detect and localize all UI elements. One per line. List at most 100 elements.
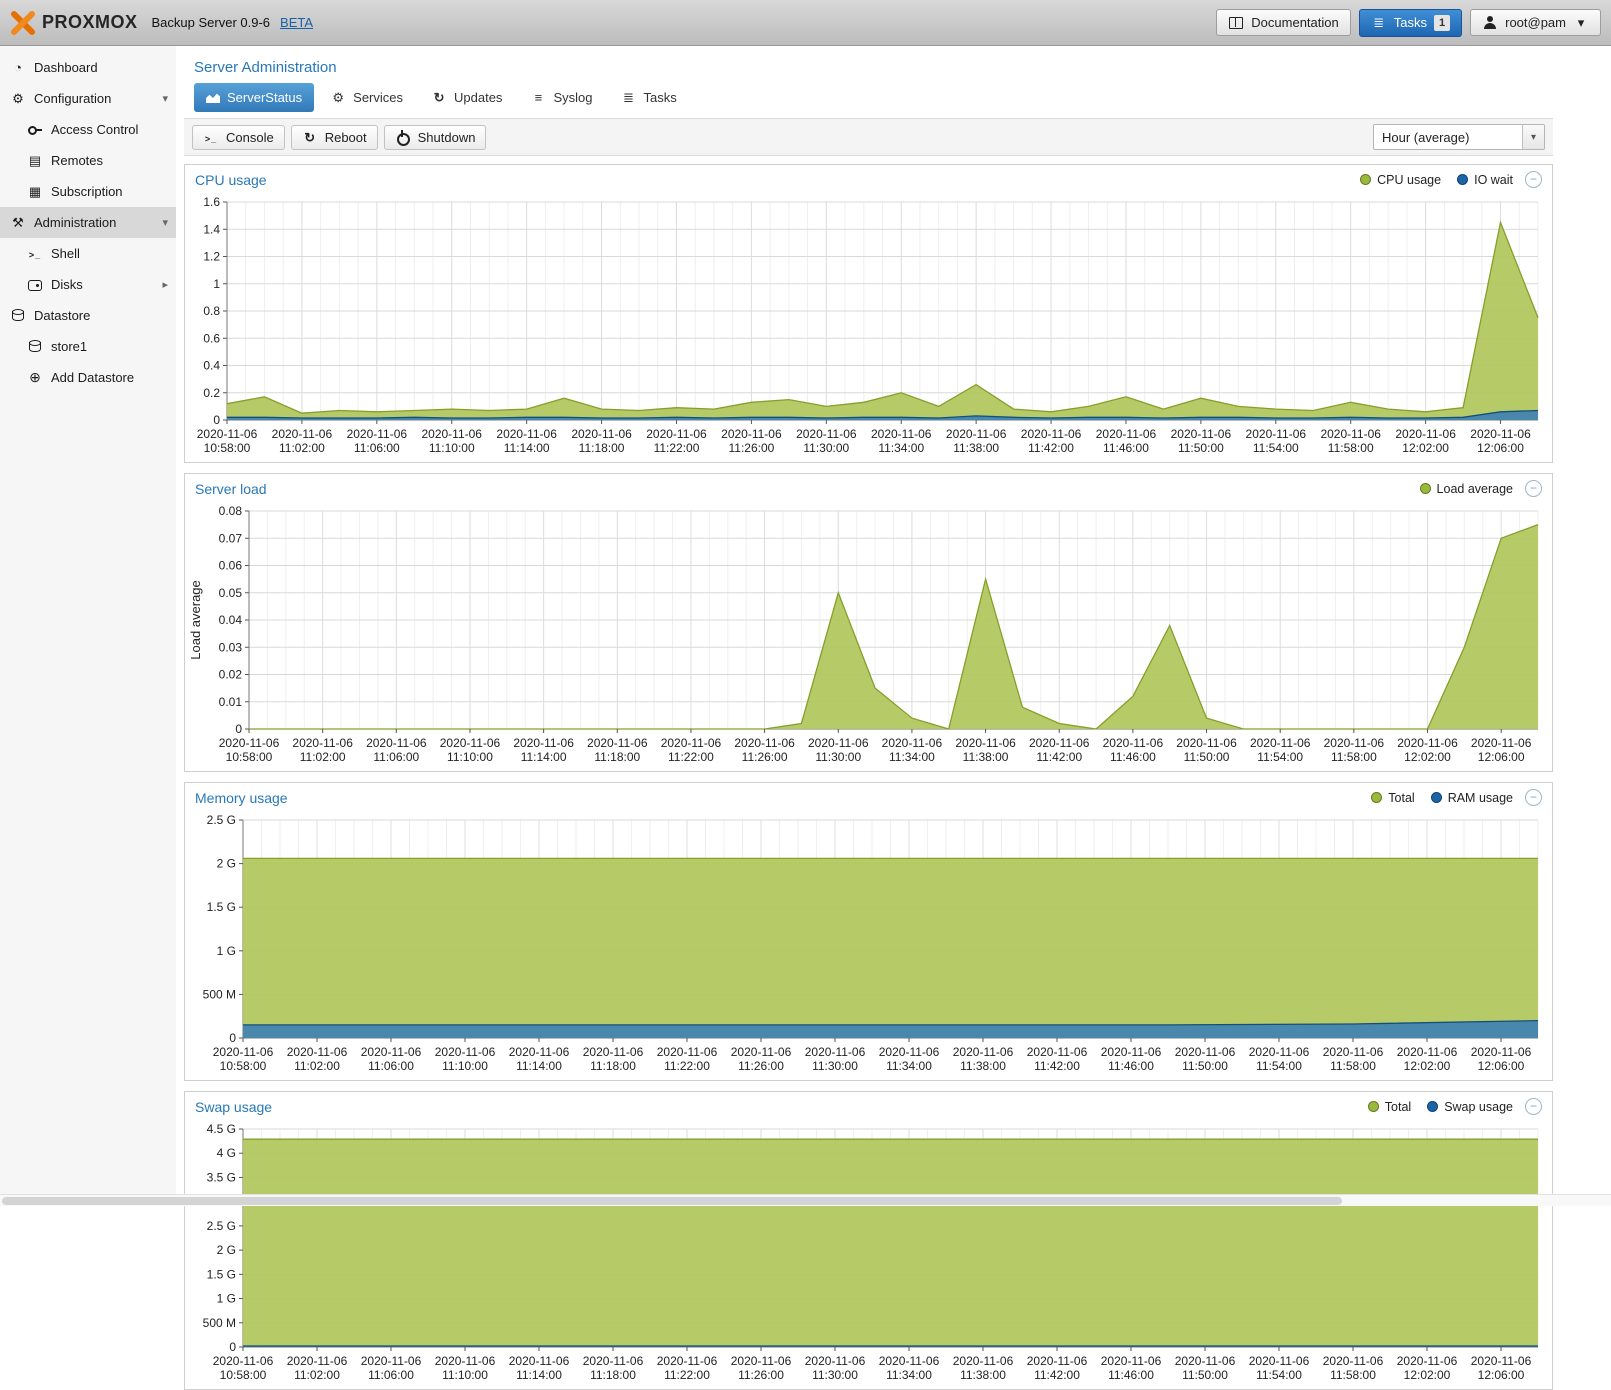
panel-swap-usage: Swap usageTotalSwap usage−0500 M1 G1.5 G… <box>184 1091 1553 1390</box>
console-button[interactable]: Console <box>192 125 285 150</box>
svg-text:0.05: 0.05 <box>219 586 243 600</box>
timerange-select[interactable]: Hour (average) ▾ <box>1373 124 1545 150</box>
svg-text:1.5 G: 1.5 G <box>207 900 236 914</box>
svg-text:2020-11-0611:14:00: 2020-11-0611:14:00 <box>509 1045 570 1073</box>
sidebar-item-access-control[interactable]: Access Control <box>0 114 176 145</box>
svg-text:2020-11-0611:26:00: 2020-11-0611:26:00 <box>731 1045 792 1073</box>
gears-icon <box>330 90 346 105</box>
gauge-icon <box>10 60 26 75</box>
legend-item-total: Total <box>1368 1100 1411 1114</box>
svg-text:2 G: 2 G <box>217 857 236 871</box>
svg-text:2 G: 2 G <box>217 1243 236 1257</box>
page-title: Server Administration <box>184 46 1553 83</box>
sidebar-item-label: Subscription <box>51 184 168 199</box>
shutdown-button[interactable]: Shutdown <box>384 125 487 150</box>
svg-text:2020-11-0611:02:00: 2020-11-0611:02:00 <box>292 736 353 764</box>
server-icon <box>27 153 43 168</box>
sidebar-item-administration[interactable]: Administration▾ <box>0 207 176 238</box>
collapse-panel-icon[interactable]: − <box>1525 171 1542 188</box>
svg-text:2020-11-0612:02:00: 2020-11-0612:02:00 <box>1397 1045 1458 1073</box>
power-icon <box>395 130 411 145</box>
panel-header: CPU usageCPU usageIO wait− <box>185 165 1552 194</box>
svg-text:2020-11-0611:14:00: 2020-11-0611:14:00 <box>509 1354 570 1382</box>
sidebar-item-datastore[interactable]: Datastore <box>0 300 176 331</box>
svg-text:2020-11-0611:02:00: 2020-11-0611:02:00 <box>287 1045 348 1073</box>
sidebar-item-remotes[interactable]: Remotes <box>0 145 176 176</box>
tab-updates[interactable]: Updates <box>419 83 514 112</box>
svg-text:2020-11-0611:54:00: 2020-11-0611:54:00 <box>1249 1354 1310 1382</box>
sidebar-item-label: Dashboard <box>34 60 168 75</box>
svg-text:2020-11-0611:18:00: 2020-11-0611:18:00 <box>587 736 648 764</box>
svg-text:2020-11-0610:58:00: 2020-11-0610:58:00 <box>219 736 280 764</box>
svg-text:2020-11-0611:58:00: 2020-11-0611:58:00 <box>1324 736 1385 764</box>
user-label: root@pam <box>1505 15 1566 30</box>
chart-panels: CPU usageCPU usageIO wait−00.20.40.60.81… <box>184 164 1553 1390</box>
legend-label: RAM usage <box>1448 791 1513 805</box>
user-icon <box>1482 15 1498 30</box>
svg-text:0.02: 0.02 <box>219 668 243 682</box>
tasks-button[interactable]: Tasks 1 <box>1359 9 1462 37</box>
chart-legend: Load average <box>1420 482 1513 496</box>
svg-text:2020-11-0611:06:00: 2020-11-0611:06:00 <box>366 736 427 764</box>
svg-text:2020-11-0610:58:00: 2020-11-0610:58:00 <box>213 1045 274 1073</box>
sidebar-item-add-datastore[interactable]: Add Datastore <box>0 362 176 393</box>
sidebar-item-disks[interactable]: Disks▸ <box>0 269 176 300</box>
datastore-icon <box>10 308 26 323</box>
svg-text:500 M: 500 M <box>203 1316 236 1330</box>
sidebar-item-configuration[interactable]: Configuration▾ <box>0 83 176 114</box>
svg-text:0.08: 0.08 <box>219 504 243 518</box>
svg-text:0.2: 0.2 <box>203 386 220 400</box>
chevron-down-icon: ▾ <box>1522 125 1544 149</box>
legend-dot-icon <box>1431 792 1442 803</box>
svg-text:2020-11-0611:46:00: 2020-11-0611:46:00 <box>1103 736 1164 764</box>
sidebar: Dashboard Configuration▾Access Control Rem… <box>0 46 176 1194</box>
collapse-panel-icon[interactable]: − <box>1525 1098 1542 1115</box>
app-header: PROXMOX Backup Server 0.9-6 BETA Documen… <box>0 0 1611 46</box>
svg-text:2020-11-0611:38:00: 2020-11-0611:38:00 <box>955 736 1016 764</box>
svg-text:2020-11-0611:42:00: 2020-11-0611:42:00 <box>1021 427 1082 455</box>
sidebar-item-shell[interactable]: Shell <box>0 238 176 269</box>
tab-syslog[interactable]: Syslog <box>518 83 604 112</box>
svg-text:4 G: 4 G <box>217 1146 236 1160</box>
documentation-button[interactable]: Documentation <box>1216 9 1350 36</box>
legend-dot-icon <box>1360 174 1371 185</box>
horizontal-scrollbar-thumb[interactable] <box>2 1197 1342 1205</box>
user-menu-button[interactable]: root@pam <box>1470 9 1601 36</box>
svg-text:0.01: 0.01 <box>219 695 243 709</box>
tasks-badge: 1 <box>1434 15 1450 31</box>
legend-label: CPU usage <box>1377 173 1441 187</box>
svg-text:2020-11-0611:34:00: 2020-11-0611:34:00 <box>879 1354 940 1382</box>
horizontal-scrollbar[interactable] <box>0 1194 1611 1206</box>
tab-serverstatus[interactable]: ServerStatus <box>194 83 314 112</box>
reboot-button[interactable]: Reboot <box>291 125 378 150</box>
svg-text:2020-11-0611:14:00: 2020-11-0611:14:00 <box>496 427 557 455</box>
sidebar-item-dashboard[interactable]: Dashboard <box>0 52 176 83</box>
legend-label: Load average <box>1437 482 1513 496</box>
svg-text:2020-11-0611:14:00: 2020-11-0611:14:00 <box>513 736 574 764</box>
svg-text:1.4: 1.4 <box>203 222 220 236</box>
plus-circle-icon <box>27 370 43 385</box>
database-icon <box>27 339 43 354</box>
beta-link[interactable]: BETA <box>280 15 313 30</box>
sidebar-item-subscription[interactable]: Subscription <box>0 176 176 207</box>
svg-text:2020-11-0612:02:00: 2020-11-0612:02:00 <box>1397 736 1458 764</box>
collapse-panel-icon[interactable]: − <box>1525 480 1542 497</box>
sidebar-item-store1[interactable]: store1 <box>0 331 176 362</box>
tab-tasks[interactable]: Tasks <box>608 83 688 112</box>
svg-text:2020-11-0611:50:00: 2020-11-0611:50:00 <box>1171 427 1232 455</box>
svg-text:2020-11-0611:22:00: 2020-11-0611:22:00 <box>646 427 707 455</box>
collapse-panel-icon[interactable]: − <box>1525 789 1542 806</box>
sidebar-item-label: Remotes <box>51 153 168 168</box>
svg-text:2020-11-0611:46:00: 2020-11-0611:46:00 <box>1101 1354 1162 1382</box>
documentation-label: Documentation <box>1251 15 1338 30</box>
chevron-right-icon: ▸ <box>162 278 168 291</box>
refresh-icon <box>431 90 447 105</box>
chart-legend: CPU usageIO wait <box>1360 173 1513 187</box>
svg-text:2020-11-0611:34:00: 2020-11-0611:34:00 <box>871 427 932 455</box>
chart-legend: TotalSwap usage <box>1368 1100 1513 1114</box>
tab-services[interactable]: Services <box>318 83 415 112</box>
svg-text:2020-11-0611:22:00: 2020-11-0611:22:00 <box>661 736 722 764</box>
svg-text:2020-11-0611:06:00: 2020-11-0611:06:00 <box>347 427 408 455</box>
chart-cpu-usage: 00.20.40.60.811.21.41.62020-11-0610:58:0… <box>185 194 1552 462</box>
svg-text:0.07: 0.07 <box>219 531 243 545</box>
